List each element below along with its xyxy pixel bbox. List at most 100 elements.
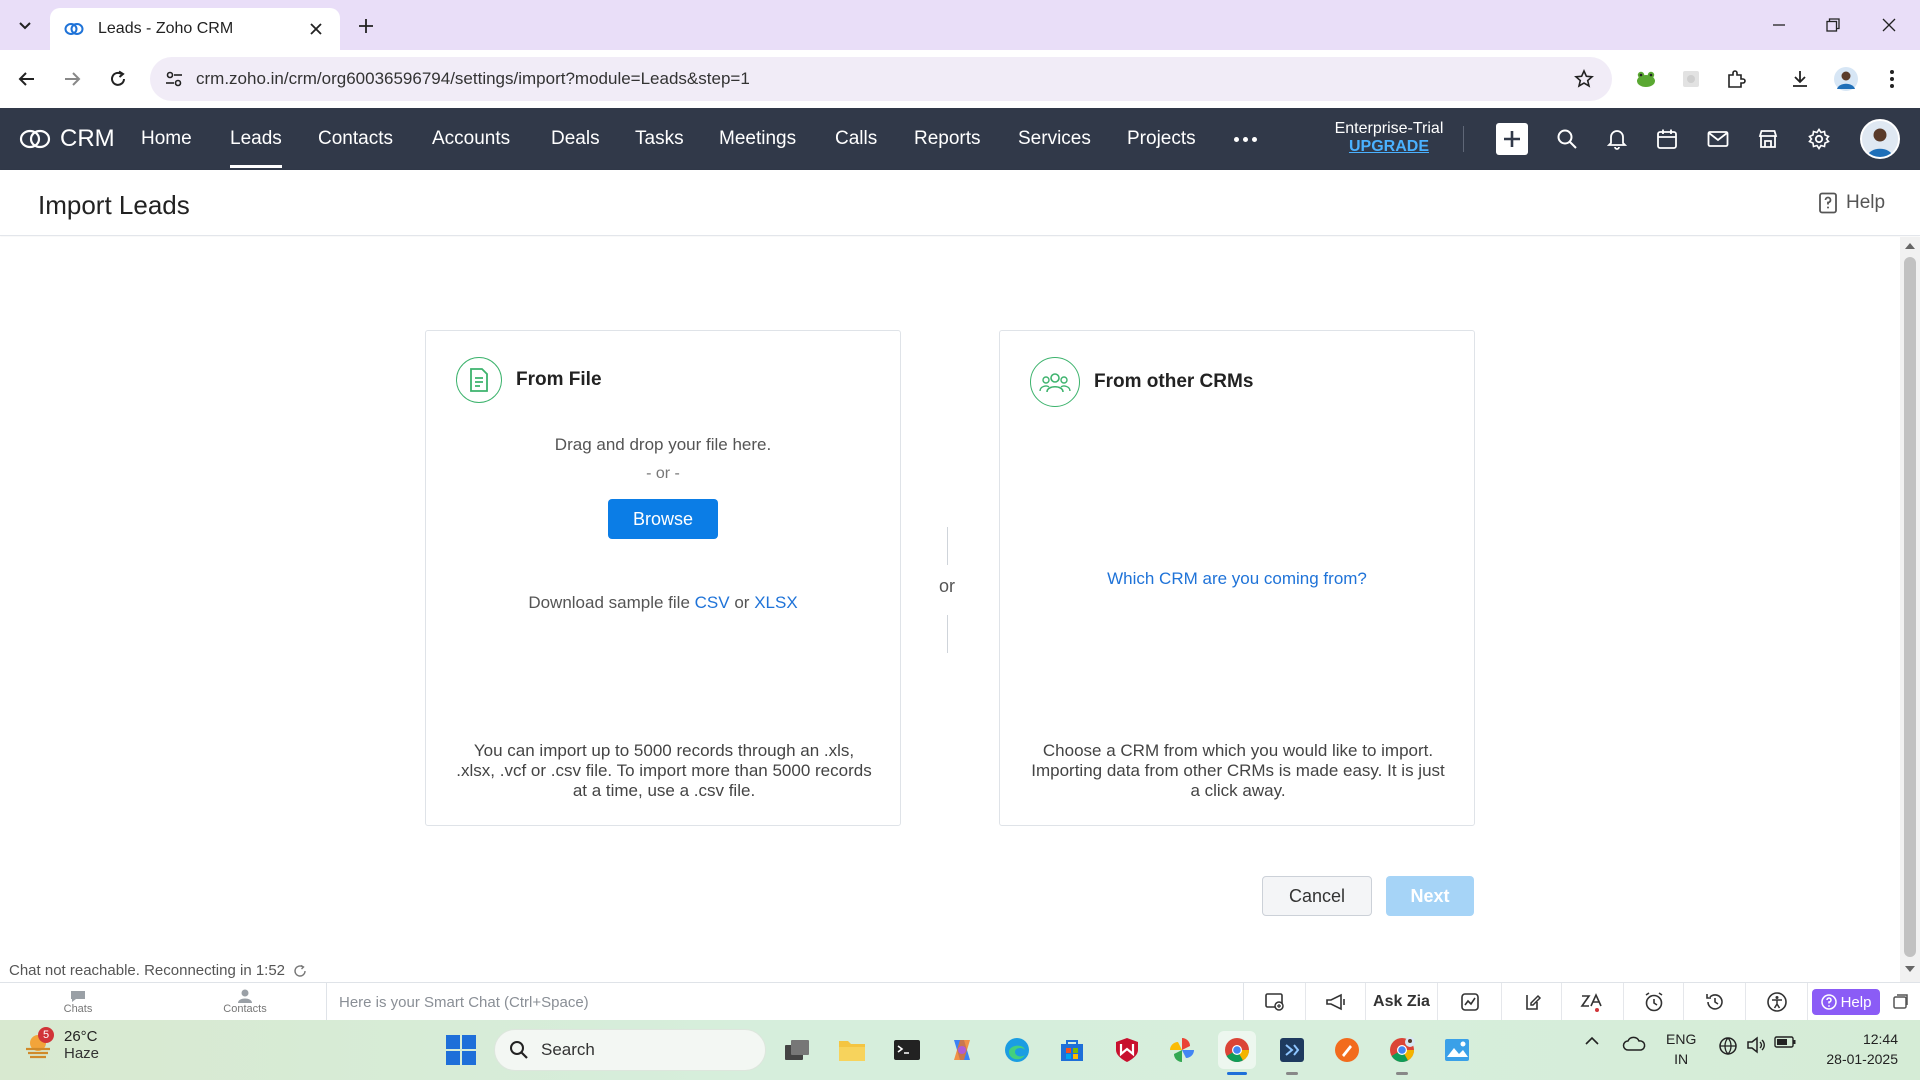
site-info-icon[interactable] xyxy=(152,57,196,101)
copilot-icon[interactable] xyxy=(943,1031,981,1069)
mcafee-icon[interactable] xyxy=(1108,1031,1146,1069)
alarm-clock-icon[interactable] xyxy=(1624,983,1684,1021)
weather-widget[interactable]: 5 26°C Haze xyxy=(22,1027,99,1062)
url-text: crm.zoho.in/crm/org60036596794/settings/… xyxy=(196,69,750,88)
quick-create-button[interactable] xyxy=(1496,123,1528,155)
tab-tasks[interactable]: Tasks xyxy=(635,108,684,170)
taskbar-search-box[interactable]: Search xyxy=(494,1029,766,1071)
sample-csv-link[interactable]: CSV xyxy=(695,593,730,612)
tab-meetings[interactable]: Meetings xyxy=(719,108,796,170)
task-view-icon[interactable] xyxy=(778,1031,816,1069)
tab-home[interactable]: Home xyxy=(141,108,192,170)
accessibility-icon[interactable] xyxy=(1746,983,1808,1021)
scroll-down-arrow-icon[interactable] xyxy=(1905,966,1915,972)
browser-tab-active[interactable]: Leads - Zoho CRM xyxy=(50,8,340,50)
drag-drop-text: Drag and drop your file here. xyxy=(554,435,772,454)
analytics-chart-icon[interactable] xyxy=(1438,983,1502,1021)
crm-logo[interactable]: CRM xyxy=(18,108,115,170)
sample-xlsx-link[interactable]: XLSX xyxy=(754,593,797,612)
windows-start-icon[interactable] xyxy=(446,1035,476,1065)
restore-icon xyxy=(1826,18,1840,32)
notes-edit-icon[interactable] xyxy=(1502,983,1562,1021)
from-crm-title: From other CRMs xyxy=(1094,371,1254,392)
browse-button[interactable]: Browse xyxy=(608,499,718,539)
calendar-icon[interactable] xyxy=(1653,125,1681,153)
plan-info: Enterprise-Trial UPGRADE xyxy=(1330,120,1448,156)
vs-code-icon[interactable] xyxy=(1273,1031,1311,1075)
reload-button[interactable] xyxy=(102,63,134,95)
network-globe-icon[interactable] xyxy=(1716,1036,1740,1056)
tab-search-button[interactable] xyxy=(10,10,40,40)
tab-calls[interactable]: Calls xyxy=(835,108,877,170)
upgrade-link[interactable]: UPGRADE xyxy=(1330,138,1448,156)
help-button[interactable]: Help xyxy=(1812,989,1880,1015)
tab-contacts[interactable]: Contacts xyxy=(318,108,393,170)
help-link[interactable]: Help xyxy=(1818,192,1885,214)
smart-chat-input[interactable]: Here is your Smart Chat (Ctrl+Space) xyxy=(326,983,1244,1021)
more-tabs-icon[interactable] xyxy=(1228,126,1262,152)
chats-button[interactable]: Chats xyxy=(38,985,118,1019)
browser-menu-icon[interactable] xyxy=(1876,63,1908,95)
address-bar[interactable]: crm.zoho.in/crm/org60036596794/settings/… xyxy=(150,57,1612,101)
close-icon xyxy=(1882,18,1896,32)
which-crm-link[interactable]: Which CRM are you coming from? xyxy=(1000,569,1474,589)
scroll-up-arrow-icon[interactable] xyxy=(1905,243,1915,249)
tab-projects[interactable]: Projects xyxy=(1127,108,1196,170)
scrollbar-thumb[interactable] xyxy=(1904,257,1916,957)
close-window-button[interactable] xyxy=(1866,8,1912,42)
cancel-button[interactable]: Cancel xyxy=(1262,876,1372,916)
chrome-browser-icon[interactable] xyxy=(1218,1031,1256,1075)
tab-accounts[interactable]: Accounts xyxy=(432,108,510,170)
close-icon[interactable] xyxy=(306,19,326,39)
chat-status: Chat not reachable. Reconnecting in 1:52 xyxy=(9,962,307,979)
chevron-up-icon[interactable] xyxy=(1582,1036,1602,1046)
extension-placeholder-icon[interactable] xyxy=(1675,63,1707,95)
photos-pinwheel-icon[interactable] xyxy=(1163,1031,1201,1069)
screen-share-icon[interactable] xyxy=(1244,983,1306,1021)
tab-reports[interactable]: Reports xyxy=(914,108,981,170)
announcement-megaphone-icon[interactable] xyxy=(1306,983,1366,1021)
zia-ai-icon[interactable] xyxy=(1562,983,1624,1021)
chrome-profile-icon[interactable] xyxy=(1383,1031,1421,1075)
from-file-header: From File xyxy=(456,357,602,403)
extensions-puzzle-icon[interactable] xyxy=(1720,63,1752,95)
tab-deals[interactable]: Deals xyxy=(551,108,600,170)
edge-browser-icon[interactable] xyxy=(998,1031,1036,1069)
next-button[interactable]: Next xyxy=(1386,876,1474,916)
system-clock[interactable]: 12:44 28-01-2025 xyxy=(1818,1029,1898,1069)
history-icon[interactable] xyxy=(1684,983,1746,1021)
mail-icon[interactable] xyxy=(1704,125,1732,153)
new-tab-button[interactable] xyxy=(352,12,380,40)
unread-feed-icon[interactable] xyxy=(1884,983,1916,1021)
language-indicator[interactable]: ENG IN xyxy=(1666,1029,1696,1069)
minimize-window-button[interactable] xyxy=(1756,8,1802,42)
search-icon[interactable] xyxy=(1553,125,1581,153)
tab-services[interactable]: Services xyxy=(1018,108,1091,170)
open-app-indicator xyxy=(1396,1072,1408,1075)
marketplace-store-icon[interactable] xyxy=(1754,125,1782,153)
pen-app-icon[interactable] xyxy=(1328,1031,1366,1069)
restore-window-button[interactable] xyxy=(1810,8,1856,42)
settings-gear-icon[interactable] xyxy=(1805,125,1833,153)
photo-editor-icon[interactable] xyxy=(1438,1031,1476,1069)
file-explorer-icon[interactable] xyxy=(833,1031,871,1069)
terminal-app-icon[interactable] xyxy=(888,1031,926,1069)
ask-zia-button[interactable]: Ask Zia xyxy=(1366,983,1438,1021)
onedrive-cloud-icon[interactable] xyxy=(1620,1036,1648,1052)
battery-icon[interactable] xyxy=(1772,1036,1798,1048)
notification-bell-icon[interactable] xyxy=(1603,125,1631,153)
back-button[interactable] xyxy=(11,63,43,95)
contacts-button[interactable]: Contacts xyxy=(205,985,285,1019)
crm-import-note: Choose a CRM from which you would like t… xyxy=(1031,741,1445,800)
downloads-icon[interactable] xyxy=(1784,63,1816,95)
volume-speaker-icon[interactable] xyxy=(1744,1036,1768,1054)
user-avatar[interactable] xyxy=(1860,119,1900,159)
forward-button[interactable] xyxy=(56,63,88,95)
tab-leads[interactable]: Leads xyxy=(230,108,282,170)
frog-extension-icon[interactable] xyxy=(1630,63,1662,95)
page-scrollbar[interactable] xyxy=(1900,237,1920,982)
bookmark-star-icon[interactable] xyxy=(1564,59,1604,99)
microsoft-store-icon[interactable] xyxy=(1053,1031,1091,1069)
profile-avatar-icon[interactable] xyxy=(1830,63,1862,95)
browser-toolbar: crm.zoho.in/crm/org60036596794/settings/… xyxy=(0,50,1920,108)
